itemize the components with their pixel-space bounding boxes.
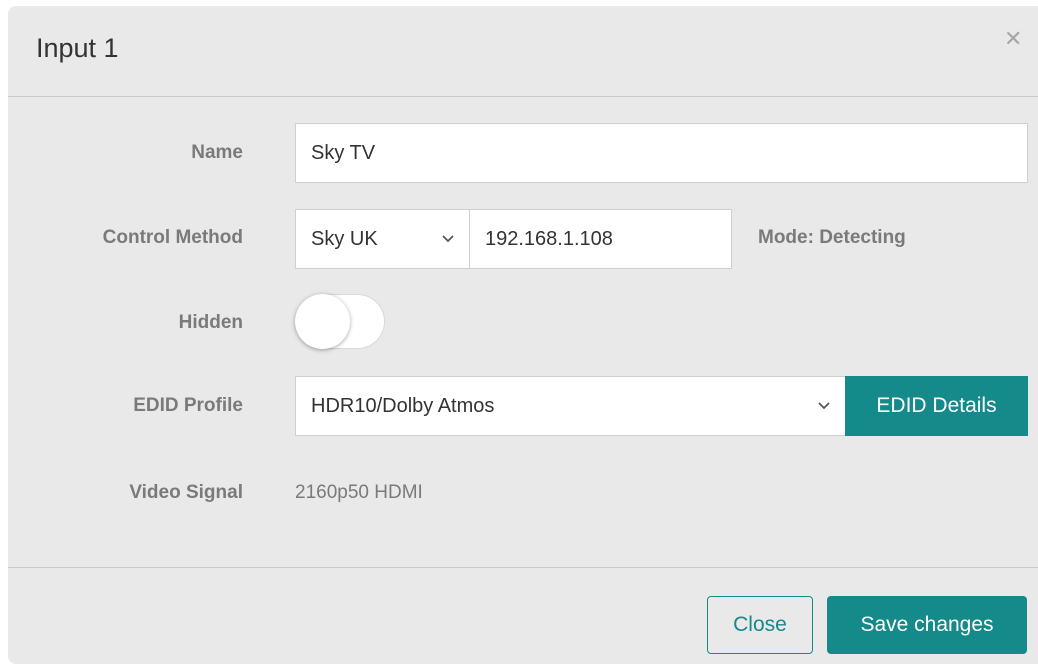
control-method-label: Control Method xyxy=(102,227,243,248)
modal-footer: Close Save changes xyxy=(8,567,1038,664)
chevron-down-icon xyxy=(818,402,830,410)
name-input[interactable]: Sky TV xyxy=(295,123,1028,183)
control-method-selected: Sky UK xyxy=(311,227,378,250)
chevron-down-icon xyxy=(442,235,454,243)
hidden-toggle[interactable] xyxy=(295,294,385,349)
control-method-select[interactable]: Sky UK xyxy=(295,209,470,269)
name-input-value: Sky TV xyxy=(311,141,376,164)
toggle-knob xyxy=(295,294,350,349)
close-icon[interactable]: ✕ xyxy=(1004,28,1022,50)
ip-address-input[interactable]: 192.168.1.108 xyxy=(469,209,732,269)
video-signal-label: Video Signal xyxy=(129,482,243,503)
hidden-label: Hidden xyxy=(178,312,243,333)
mode-status-text: Mode: Detecting xyxy=(758,227,906,248)
video-signal-value: 2160p50 HDMI xyxy=(295,482,423,503)
modal-title: Input 1 xyxy=(36,33,119,63)
input-settings-dialog: Input 1 ✕ Name Sky TV Control Method Sky… xyxy=(8,6,1038,664)
save-changes-button[interactable]: Save changes xyxy=(827,596,1027,654)
edid-profile-label: EDID Profile xyxy=(133,395,243,416)
edid-profile-select[interactable]: HDR10/Dolby Atmos xyxy=(295,376,846,436)
edid-profile-selected: HDR10/Dolby Atmos xyxy=(311,394,495,417)
ip-address-value: 192.168.1.108 xyxy=(485,227,613,250)
edid-details-button[interactable]: EDID Details xyxy=(845,376,1028,436)
name-label: Name xyxy=(191,142,243,163)
modal-header: Input 1 ✕ xyxy=(8,6,1038,97)
close-button[interactable]: Close xyxy=(707,596,813,654)
